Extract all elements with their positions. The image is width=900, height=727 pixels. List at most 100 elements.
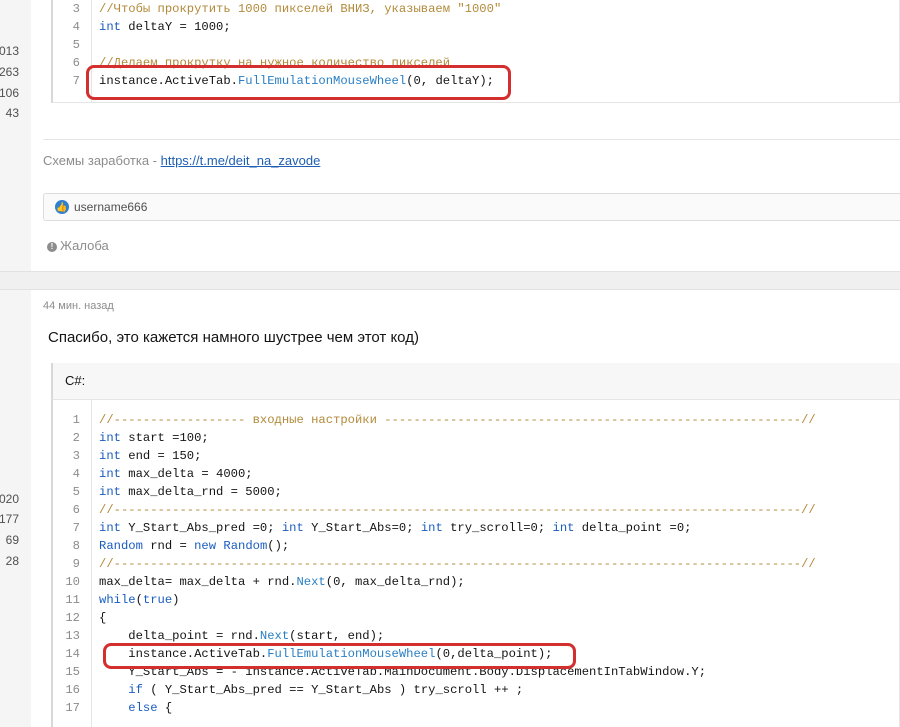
code-token: start =100;	[120, 431, 209, 445]
code-token: Next	[296, 575, 326, 589]
code-line: 5 int max_delta_rnd = 5000;	[53, 483, 899, 501]
code-token: )	[172, 593, 180, 607]
code-text: Random rnd = new Random();	[99, 537, 289, 555]
line-number: 14	[65, 647, 80, 661]
line-number: 10	[65, 575, 80, 589]
line-number: 13	[65, 629, 80, 643]
user-stat: 43	[5, 106, 19, 120]
alert-icon: !	[47, 242, 57, 252]
code-line: 9 //-------------------------------------…	[53, 555, 899, 573]
code-line: 10 max_delta= max_delta + rnd.Next(0, max…	[53, 573, 899, 591]
line-number: 6	[72, 56, 80, 70]
line-number: 5	[72, 38, 80, 52]
code-text: {	[99, 609, 106, 627]
line-number: 17	[65, 701, 80, 715]
line-number: 8	[72, 539, 80, 553]
line-number: 3	[72, 2, 80, 16]
code-token: int	[99, 431, 121, 445]
code-text: //--------------------------------------…	[99, 501, 816, 519]
code-token: deltaY = 1000;	[120, 20, 231, 34]
code-token: try_scroll=0;	[442, 521, 553, 535]
code-token: //------------------ входные настройки -…	[99, 413, 816, 427]
reactions-bar[interactable]: 👍 username666	[43, 193, 900, 221]
user-stat: 177	[0, 512, 19, 526]
code-token: Next	[259, 629, 290, 643]
code-token: max_delta= max_delta + rnd.	[99, 575, 297, 589]
report-label: Жалоба	[60, 238, 109, 253]
divider	[43, 139, 900, 140]
code-token: delta_point =0;	[574, 521, 692, 535]
code-token: max_delta_rnd = 5000;	[120, 485, 282, 499]
line-number: 4	[72, 20, 80, 34]
code-token: ();	[267, 539, 290, 553]
code-token: rnd =	[142, 539, 195, 553]
reaction-user[interactable]: username666	[74, 200, 147, 214]
line-number: 2	[72, 431, 80, 445]
user-stat: 69	[5, 533, 19, 547]
code-text: int end = 150;	[99, 447, 201, 465]
code-token: //--------------------------------------…	[99, 503, 816, 517]
code-block-header: C#:	[51, 363, 900, 400]
code-block-bottom: 1 //------------------ входные настройки …	[51, 400, 900, 727]
code-line: 3 //Чтобы прокрутить 1000 пикселей ВНИЗ, …	[53, 0, 899, 18]
code-line: 4 int deltaY = 1000;	[53, 18, 899, 36]
code-token: end = 150;	[120, 449, 202, 463]
code-token: (start, end);	[289, 629, 385, 643]
code-token: {	[99, 611, 107, 625]
code-token: int	[99, 467, 121, 481]
code-token: int	[420, 521, 443, 535]
code-text: int max_delta_rnd = 5000;	[99, 483, 282, 501]
post-message: Спасибо, это кажется намного шустрее чем…	[48, 329, 419, 346]
code-token: ( Y_Start_Abs_pred == Y_Start_Abs ) try_…	[142, 683, 524, 697]
code-line: 3 int end = 150;	[53, 447, 899, 465]
code-token: true	[142, 593, 173, 607]
code-line: 2 int start =100;	[53, 429, 899, 447]
code-token: int	[552, 521, 575, 535]
user-stat: 28	[5, 554, 19, 568]
post-separator	[0, 271, 900, 290]
signature-link[interactable]: https://t.me/deit_na_zavode	[161, 153, 321, 168]
code-token: Y_Start_Abs_pred =0;	[120, 521, 282, 535]
code-line: 4 int max_delta = 4000;	[53, 465, 899, 483]
code-line: 17 else {	[53, 699, 899, 717]
code-text: max_delta= max_delta + rnd.Next(0, max_d…	[99, 573, 465, 591]
code-token: int	[99, 485, 121, 499]
line-number: 9	[72, 557, 80, 571]
code-token: //Чтобы прокрутить 1000 пикселей ВНИЗ, у…	[99, 2, 502, 16]
post-timestamp[interactable]: 44 мин. назад	[43, 300, 114, 312]
code-text: else {	[99, 699, 172, 717]
code-line: 11 while(true)	[53, 591, 899, 609]
code-token: Y_Start_Abs=0;	[303, 521, 421, 535]
code-token: {	[157, 701, 173, 715]
code-line: 16 if ( Y_Start_Abs_pred == Y_Start_Abs …	[53, 681, 899, 699]
line-number: 1	[72, 413, 80, 427]
code-token: while	[99, 593, 136, 607]
user-stat: 263	[0, 65, 19, 79]
code-token: int	[99, 521, 121, 535]
code-token: delta_point = rnd.	[99, 629, 260, 643]
code-text: //--------------------------------------…	[99, 555, 816, 573]
line-number: 15	[65, 665, 80, 679]
line-number: 6	[72, 503, 80, 517]
line-number: 11	[65, 593, 80, 607]
line-number: 4	[72, 467, 80, 481]
code-line: 12 {	[53, 609, 899, 627]
code-token: (	[135, 593, 143, 607]
like-icon: 👍	[55, 200, 69, 214]
line-number: 3	[72, 449, 80, 463]
code-line: 1 //------------------ входные настройки …	[53, 411, 899, 429]
report-link[interactable]: ! Жалоба	[47, 238, 109, 253]
code-token: int	[99, 20, 121, 34]
code-text: //------------------ входные настройки -…	[99, 411, 816, 429]
code-token: Random	[99, 539, 143, 553]
signature-text: Схемы заработка -	[43, 153, 161, 168]
user-stats-column: 013 263 106 43 020 177 69 28	[0, 0, 31, 727]
code-text: int deltaY = 1000;	[99, 18, 231, 36]
code-text: int max_delta = 4000;	[99, 465, 253, 483]
line-number: 7	[72, 521, 80, 535]
code-text: while(true)	[99, 591, 180, 609]
code-token: //--------------------------------------…	[99, 557, 816, 571]
code-text: //Чтобы прокрутить 1000 пикселей ВНИЗ, у…	[99, 0, 501, 18]
